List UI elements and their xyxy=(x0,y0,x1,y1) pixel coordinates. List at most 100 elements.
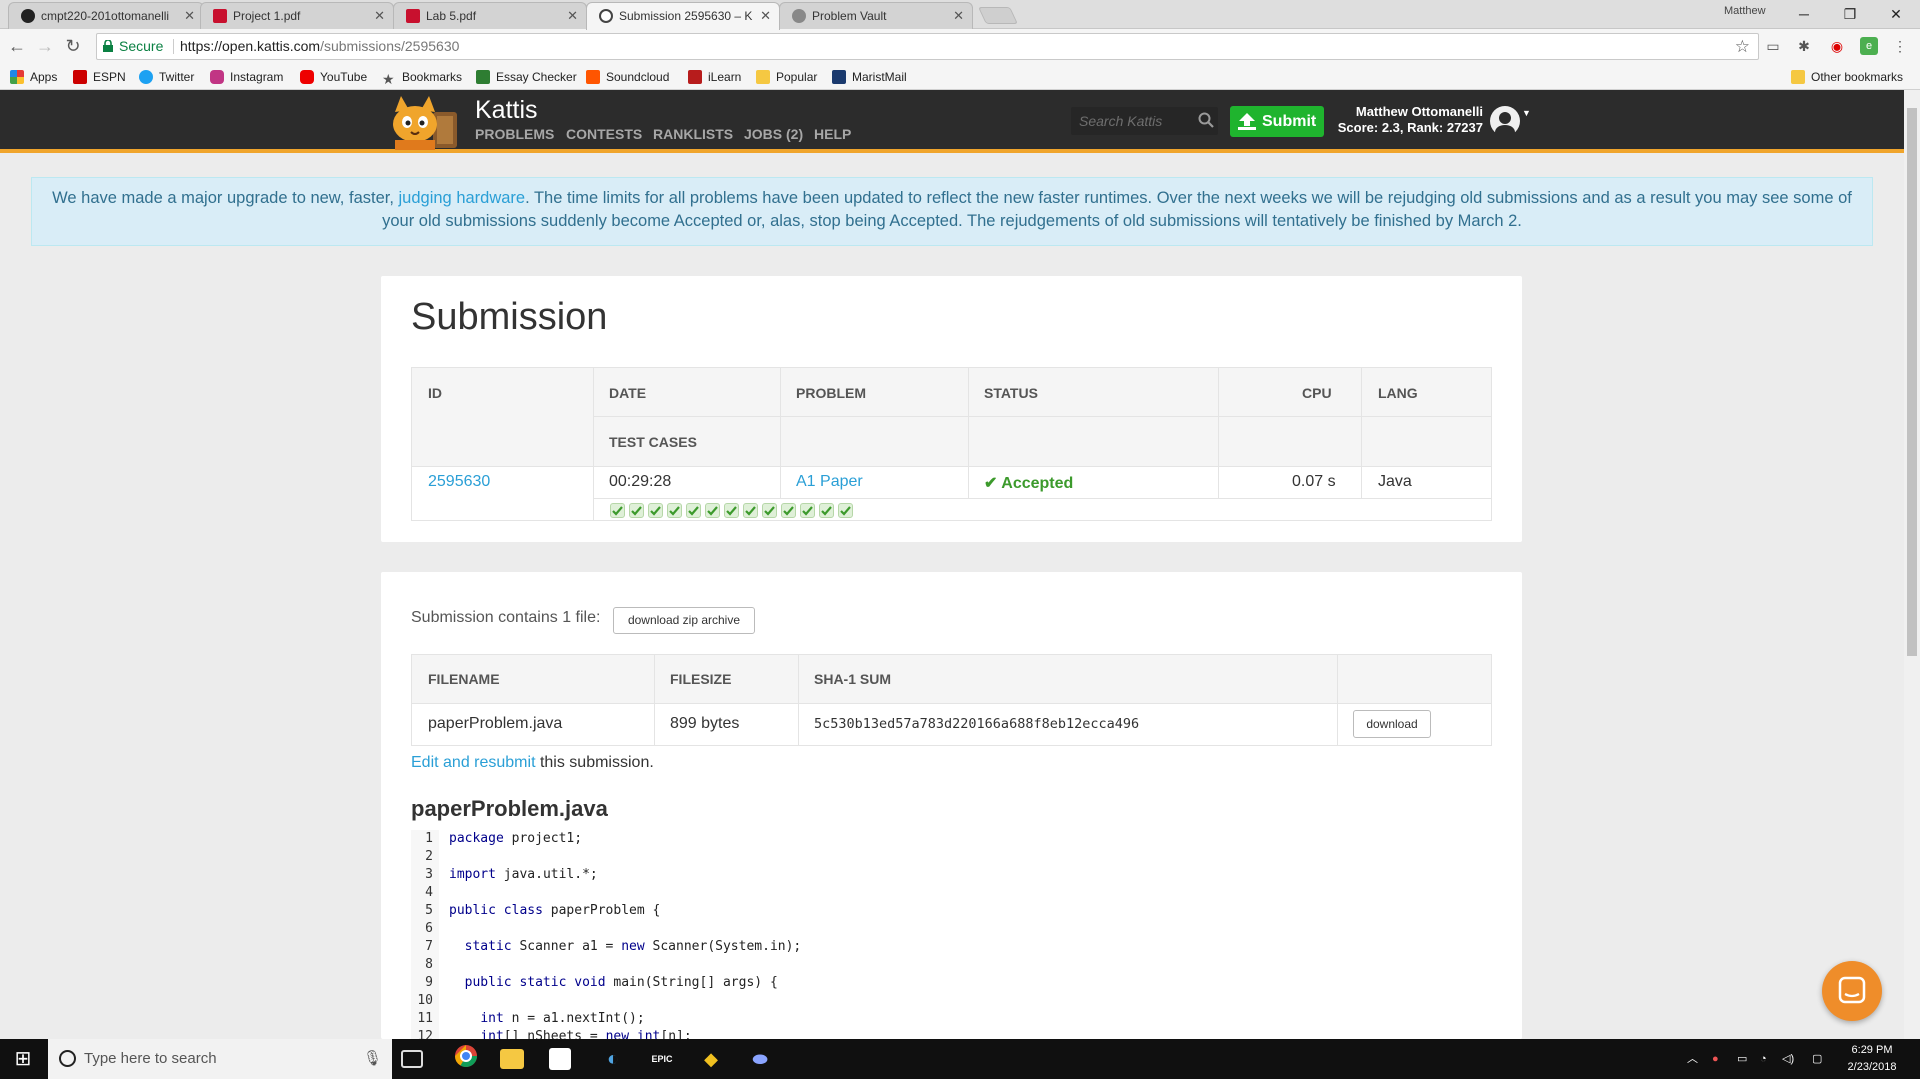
test-case-check-icon[interactable] xyxy=(667,503,682,518)
browser-tab-lab5[interactable]: Lab 5.pdf ✕ xyxy=(393,2,587,29)
bookmark-star-icon[interactable]: ☆ xyxy=(1735,34,1750,59)
close-icon[interactable]: ✕ xyxy=(184,3,195,29)
close-window-icon[interactable]: ✕ xyxy=(1873,0,1919,29)
task-view-icon[interactable] xyxy=(401,1050,423,1068)
close-icon[interactable]: ✕ xyxy=(567,3,578,29)
bookmark-bookmarks[interactable]: ★ Bookmarks xyxy=(382,69,462,87)
back-icon[interactable]: ← xyxy=(6,34,28,58)
search-icon[interactable] xyxy=(1198,112,1214,128)
file-explorer-icon[interactable] xyxy=(500,1049,524,1069)
bookmarks-bar: Apps ESPN Twitter Instagram YouTube ★ Boo… xyxy=(0,64,1920,90)
header-status: STATUS xyxy=(984,385,1038,401)
profile-name[interactable]: Matthew xyxy=(1724,5,1766,17)
browser-tab-submission[interactable]: Submission 2595630 – K ✕ xyxy=(586,2,780,30)
scrollbar-thumb[interactable] xyxy=(1907,108,1917,656)
search-input[interactable]: Search Kattis xyxy=(1071,107,1218,135)
minimize-icon[interactable]: ─ xyxy=(1781,0,1827,29)
site-name[interactable]: Kattis xyxy=(475,96,538,125)
cast-icon[interactable]: ▭ xyxy=(1764,37,1782,55)
chat-widget-button[interactable] xyxy=(1822,961,1882,1021)
close-icon[interactable]: ✕ xyxy=(953,3,964,29)
page-scrollbar[interactable] xyxy=(1904,90,1920,1039)
forward-icon[interactable]: → xyxy=(34,34,56,58)
reload-icon[interactable]: ↻ xyxy=(62,34,84,58)
tray-chevron-icon[interactable]: ︿ xyxy=(1687,1039,1698,1079)
nav-help[interactable]: HELP xyxy=(814,126,851,142)
bookmark-essay-checker[interactable]: Essay Checker xyxy=(476,69,577,85)
nav-jobs[interactable]: JOBS (2) xyxy=(744,126,803,142)
kattis-logo[interactable] xyxy=(385,94,463,150)
test-case-check-icon[interactable] xyxy=(800,503,815,518)
bookmark-instagram[interactable]: Instagram xyxy=(210,69,283,85)
edit-resubmit-link[interactable]: Edit and resubmit xyxy=(411,754,536,771)
bookmark-apps[interactable]: Apps xyxy=(10,69,57,85)
evernote-icon[interactable]: e xyxy=(1860,37,1878,55)
windows-start-icon[interactable]: ⊞ xyxy=(8,1044,38,1074)
bookmark-popular[interactable]: Popular xyxy=(756,69,817,85)
test-case-check-icon[interactable] xyxy=(705,503,720,518)
nav-contests[interactable]: CONTESTS xyxy=(566,126,642,142)
bookmark-ilearn[interactable]: iLearn xyxy=(688,69,741,85)
bookmark-other[interactable]: Other bookmarks xyxy=(1791,69,1903,85)
test-case-check-icon[interactable] xyxy=(781,503,796,518)
test-case-check-icon[interactable] xyxy=(648,503,663,518)
submit-button[interactable]: Submit xyxy=(1230,106,1324,137)
code-line: 8 xyxy=(411,956,1491,974)
problem-link[interactable]: A1 Paper xyxy=(796,473,863,491)
test-case-check-icon[interactable] xyxy=(838,503,853,518)
url-text[interactable]: https://open.kattis.com/submissions/2595… xyxy=(180,34,459,59)
bookmark-youtube[interactable]: YouTube xyxy=(300,69,367,85)
wifi-icon[interactable]: ◔ xyxy=(1760,1039,1767,1079)
sublime-icon[interactable]: ◆ xyxy=(696,1044,726,1074)
nav-ranklists[interactable]: RANKLISTS xyxy=(653,126,733,142)
close-icon[interactable]: ✕ xyxy=(760,3,771,29)
store-icon[interactable] xyxy=(549,1048,571,1070)
new-tab-button[interactable] xyxy=(978,7,1018,24)
notification-icon[interactable]: ▢ xyxy=(1812,1039,1822,1079)
divider xyxy=(798,655,799,745)
test-case-check-icon[interactable] xyxy=(629,503,644,518)
test-case-check-icon[interactable] xyxy=(819,503,834,518)
close-icon[interactable]: ✕ xyxy=(374,3,385,29)
bookmark-espn[interactable]: ESPN xyxy=(73,69,126,85)
restore-icon[interactable]: ❐ xyxy=(1827,0,1873,29)
browser-tab-github[interactable]: cmpt220-201ottomanelli ✕ xyxy=(8,2,204,29)
browser-tab-problem-vault[interactable]: Problem Vault ✕ xyxy=(779,2,973,29)
tray-app-icon[interactable]: ● xyxy=(1712,1039,1719,1079)
address-bar[interactable]: Secure https://open.kattis.com/submissio… xyxy=(96,33,1759,60)
test-case-check-icon[interactable] xyxy=(610,503,625,518)
chrome-taskbar-icon[interactable] xyxy=(451,1044,481,1074)
download-zip-button[interactable]: download zip archive xyxy=(613,607,755,634)
judging-hardware-link[interactable]: judging hardware xyxy=(399,189,526,207)
menu-icon[interactable]: ⋮ xyxy=(1891,37,1909,55)
steam-icon[interactable]: ◐ xyxy=(598,1044,628,1074)
nav-problems[interactable]: PROBLEMS xyxy=(475,126,554,142)
bookmark-soundcloud[interactable]: Soundcloud xyxy=(586,69,669,85)
app-icon[interactable]: ⬬ xyxy=(745,1044,775,1074)
divider xyxy=(780,368,781,466)
taskbar-clock[interactable]: 6:29 PM 2/23/2018 xyxy=(1840,1042,1904,1076)
test-case-check-icon[interactable] xyxy=(686,503,701,518)
taskbar-search-input[interactable]: Type here to search 🎙 xyxy=(48,1039,392,1079)
epic-games-icon[interactable]: EPIC xyxy=(647,1044,677,1074)
code-text: public static void main(String[] args) { xyxy=(464,975,778,990)
test-case-check-icon[interactable] xyxy=(724,503,739,518)
tab-title: Project 1.pdf xyxy=(233,9,301,23)
browser-tab-project1[interactable]: Project 1.pdf ✕ xyxy=(200,2,394,29)
user-info[interactable]: Matthew Ottomanelli Score: 2.3, Rank: 27… xyxy=(1335,104,1483,136)
test-case-check-icon[interactable] xyxy=(743,503,758,518)
battery-icon[interactable]: ▭ xyxy=(1737,1039,1747,1079)
bookmark-maristmail[interactable]: MaristMail xyxy=(832,69,907,85)
microphone-icon[interactable]: 🎙 xyxy=(363,1039,382,1079)
star-icon: ★ xyxy=(382,71,395,87)
opera-icon[interactable]: ◉ xyxy=(1828,37,1846,55)
avatar[interactable] xyxy=(1490,106,1520,139)
test-case-check-icon[interactable] xyxy=(762,503,777,518)
submission-id-link[interactable]: 2595630 xyxy=(428,473,490,491)
extension-icon[interactable]: ✱ xyxy=(1795,37,1813,55)
code-text: import java.util.*; xyxy=(449,867,598,882)
bookmark-twitter[interactable]: Twitter xyxy=(139,69,194,85)
dropdown-caret-icon[interactable]: ▼ xyxy=(1522,108,1531,118)
download-file-button[interactable]: download xyxy=(1353,710,1431,738)
volume-icon[interactable]: ◁) xyxy=(1782,1039,1794,1079)
